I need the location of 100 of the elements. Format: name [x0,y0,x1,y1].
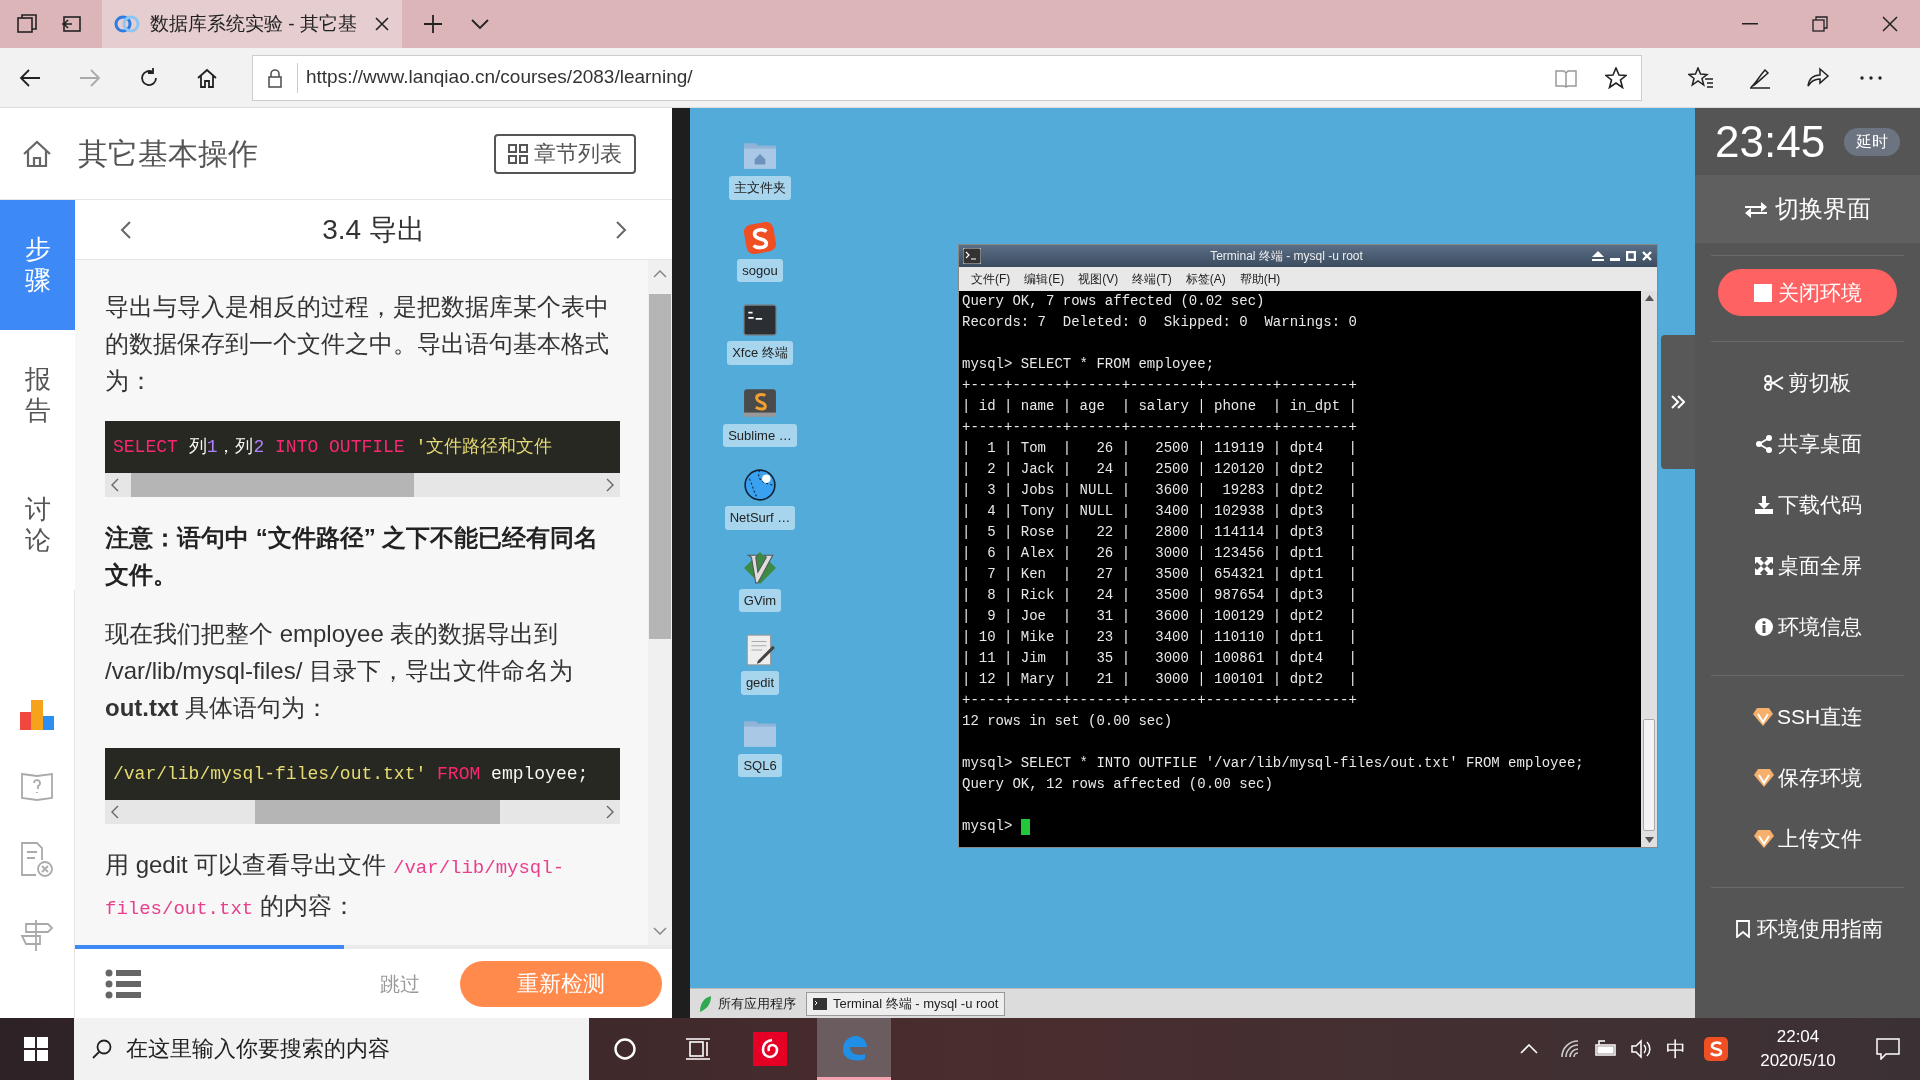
list-icon[interactable] [105,968,141,999]
start-icon[interactable] [24,1037,48,1061]
more-icon[interactable] [1860,75,1882,80]
set-aside-tabs-icon[interactable] [60,14,82,34]
panel-menu-item[interactable]: SSH直连 [1695,686,1920,747]
panel-menu-item[interactable]: 环境使用指南 [1695,898,1920,959]
chevron-up-icon[interactable] [1520,1044,1538,1054]
terminal-icon[interactable] [743,303,777,337]
tab-list-icon[interactable] [16,13,38,35]
next-icon[interactable] [615,219,627,240]
reading-view-icon[interactable] [1555,67,1577,88]
task-view-icon[interactable] [685,1037,711,1061]
gem-icon [1753,768,1774,787]
back-icon[interactable] [18,67,42,88]
scroll-thumb[interactable] [255,800,500,824]
maximize-icon[interactable] [1626,251,1636,261]
scroll-thumb[interactable] [1643,719,1655,831]
switch-view-button[interactable]: 切换界面 [1695,175,1920,243]
scroll-up-icon[interactable] [653,270,667,278]
terminal-icon [963,248,981,264]
podium-icon[interactable] [19,698,55,730]
desktop-icon-label[interactable]: SQL6 [738,753,782,777]
window-title: Terminal 终端 - mysql -u root [1209,248,1364,265]
globe-icon[interactable] [743,468,777,502]
address-field[interactable]: https://www.lanqiao.cn/courses/2083/learning/ [252,54,1642,101]
notifications-icon[interactable] [1876,1038,1900,1060]
terminal-line: mysql> SELECT * INTO OUTFILE '/var/lib/mysql-files/out.txt' FROM employee; [962,754,1584,773]
chevron-down-icon[interactable] [470,18,490,30]
desktop-icon-label[interactable]: GVim [738,588,782,612]
terminal-line: | 7 | Ken | 27 | 3500 | 654321 | dpt1 | [962,565,1357,584]
previous-icon[interactable] [120,219,132,240]
refresh-icon[interactable] [138,66,160,89]
menu-item[interactable]: 终端(T) [1132,270,1172,288]
paragraph: 导出与导入是相反的过程，是把数据库某个表中的数据保存到一个文件之中。导出语句基本格式为： [105,292,610,396]
vim-logo-icon[interactable] [743,550,777,585]
timer: 23:45 [1715,115,1826,168]
close-tab-icon[interactable] [374,16,390,32]
scroll-down-icon[interactable] [653,927,667,935]
volume-icon[interactable] [1630,1039,1652,1059]
sogou-tray-icon[interactable] [1704,1037,1728,1061]
favorites-icon[interactable] [1688,66,1714,89]
panel-menu-item[interactable]: 上传文件 [1695,808,1920,869]
horizontal-scrollbar[interactable] [105,473,620,497]
applications-menu-button[interactable]: 所有应用程序 [698,993,796,1014]
clock[interactable]: 22:04 2020/5/10 [1748,1025,1848,1073]
menu-item[interactable]: 编辑(E) [1024,270,1065,288]
scroll-down-icon[interactable] [1644,837,1654,843]
scroll-left-icon[interactable] [111,478,119,492]
browser-taskbar-button[interactable] [817,1018,891,1080]
extend-time-button[interactable]: 延时 [1844,127,1900,156]
desktop-icon-label[interactable]: gedit [740,671,780,695]
share-icon[interactable] [1806,66,1830,89]
panel-menu-item[interactable]: 环境信息 [1695,596,1920,657]
terminal-line: Records: 7 Deleted: 0 Skipped: 0 Warnings: 0 [962,313,1357,332]
panel-menu-item[interactable]: 桌面全屏 [1695,535,1920,596]
scroll-right-icon[interactable] [606,478,614,492]
menu-item[interactable]: 帮助(H) [1239,270,1281,288]
chapter-list-button[interactable]: 章节列表 [494,133,636,174]
cortana-icon[interactable] [613,1037,637,1061]
menu-item[interactable]: 标签(A) [1185,270,1226,288]
new-tab-icon[interactable] [422,13,444,35]
swap-arrows-icon [1744,200,1767,218]
taskbar-window-button[interactable]: Terminal 终端 - mysql -u root [806,991,1006,1016]
shade-icon[interactable] [1592,251,1604,261]
panel-menu-item[interactable]: 共享桌面 [1695,413,1920,474]
battery-icon[interactable] [1594,1040,1618,1058]
scroll-up-icon[interactable] [1644,295,1654,301]
desktop-icon-label[interactable]: NetSurf … [724,506,796,530]
close-icon[interactable] [1882,16,1898,32]
terminal-line: +----+------+------+--------+--------+--------+ [962,376,1357,395]
desktop-icon-label[interactable]: Sublime … [723,423,797,447]
desktop-icon-label[interactable]: 主文件夹 [729,176,791,200]
scroll-thumb[interactable] [131,473,414,497]
terminal-line: | 8 | Rick | 24 | 3500 | 987654 | dpt3 | [962,586,1357,605]
code-block: SELECT 列1，列2 INTO OUTFILE '文件路径和文件 [105,421,620,473]
home-icon[interactable] [196,66,218,89]
app-logo-icon[interactable] [743,220,777,255]
search-field[interactable]: 在这里输入你要搜索的内容 [74,1018,589,1080]
scroll-right-icon[interactable] [606,805,614,819]
favorite-star-icon[interactable] [1605,66,1627,89]
music-app-icon[interactable] [753,1032,787,1066]
scrollbar[interactable] [648,260,672,945]
menu-item[interactable]: 视图(V) [1078,270,1119,288]
info-icon [1753,617,1774,636]
download-icon [1753,495,1774,514]
fullscreen-icon [1753,556,1774,575]
menu-item[interactable]: 文件(F) [971,270,1011,288]
minimize-icon[interactable] [1742,23,1758,25]
scroll-thumb[interactable] [649,294,671,639]
panel-menu-item[interactable]: 下载代码 [1695,474,1920,535]
horizontal-scrollbar[interactable] [105,800,620,824]
input-method-indicator[interactable]: 中 [1666,1034,1686,1064]
desktop-icon-label[interactable]: sogou [737,258,783,282]
scrollbar[interactable] [1641,291,1657,847]
panel-menu-item[interactable]: 保存环境 [1695,747,1920,808]
restore-icon[interactable] [1812,16,1828,32]
browser-tab[interactable]: 数据库系统实验 - 其它基 [102,0,402,48]
desktop-icon-label[interactable]: Xfce 终端 [727,341,793,365]
scroll-left-icon[interactable] [111,805,119,819]
panel-menu-item[interactable]: 剪切板 [1695,352,1920,413]
